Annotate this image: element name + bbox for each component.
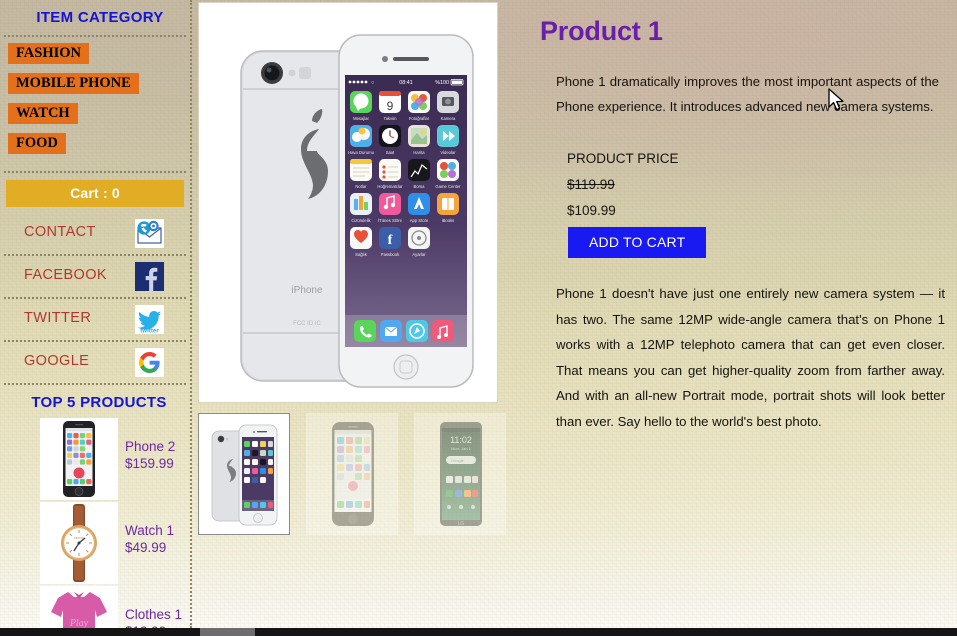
- social-row-twitter[interactable]: TWITTER twitter: [4, 299, 186, 342]
- svg-text:Borsa: Borsa: [414, 184, 426, 189]
- facebook-icon[interactable]: [135, 262, 164, 291]
- current-price: $109.99: [567, 203, 616, 218]
- svg-text:%100: %100: [435, 80, 449, 86]
- product-long-description: Phone 1 doesn't have just one entirely n…: [556, 286, 945, 429]
- contact-link[interactable]: CONTACT: [24, 224, 96, 240]
- product-detail-panel: Product 1 Phone 1 dramatically improves …: [538, 0, 957, 628]
- svg-text:Passbook: Passbook: [381, 252, 400, 257]
- product-name: Watch 1: [125, 523, 175, 538]
- svg-text:Fotoğraflar: Fotoğraflar: [409, 116, 430, 121]
- svg-text:Videolar: Videolar: [440, 150, 456, 155]
- svg-text:FCC ID IC: FCC ID IC: [293, 321, 321, 327]
- product-short-description: Phone 1 dramatically improves the most i…: [556, 74, 939, 114]
- svg-text:LG: LG: [458, 521, 465, 527]
- svg-text:Saat: Saat: [386, 150, 395, 155]
- cart-button[interactable]: Cart : 0: [6, 180, 184, 207]
- category-row: WATCH: [6, 103, 190, 133]
- svg-text:11:02: 11:02: [450, 435, 472, 445]
- svg-text:Hava Durumu: Hava Durumu: [348, 150, 375, 155]
- svg-text:Cizündelik: Cizündelik: [351, 218, 371, 223]
- thumbnail-3[interactable]: 11:02 Mon, Jan 1 Google LG: [414, 413, 506, 535]
- list-item[interactable]: NIXON Watch 1 $49.99: [40, 502, 190, 586]
- svg-text:Ayarlar: Ayarlar: [412, 252, 426, 257]
- thumbnail-image-2: [307, 414, 397, 534]
- product-info[interactable]: Phone 2 $159.99: [125, 438, 175, 472]
- svg-text:Notlar: Notlar: [355, 184, 367, 189]
- add-to-cart-button[interactable]: ADD TO CART: [568, 227, 707, 258]
- sidebar-item-fashion[interactable]: FASHION: [8, 43, 89, 64]
- price-block: PRODUCT PRICE $119.99 $109.99 ADD TO CAR…: [567, 146, 957, 258]
- top-products-heading: TOP 5 PRODUCTS: [31, 394, 167, 411]
- list-item[interactable]: Phone 2 $159.99: [40, 418, 190, 502]
- svg-text:08:41: 08:41: [399, 80, 413, 86]
- sidebar-item-mobile-phone[interactable]: MOBILE PHONE: [8, 73, 139, 94]
- page-title: Product 1: [540, 16, 663, 46]
- svg-text:iBooks: iBooks: [442, 218, 455, 223]
- category-row: FOOD: [6, 133, 190, 163]
- item-category-heading: ITEM CATEGORY: [36, 9, 164, 26]
- social-row-facebook[interactable]: FACEBOOK: [4, 256, 186, 299]
- svg-text:Sağlık: Sağlık: [355, 252, 368, 257]
- page-content: ITEM CATEGORY FASHION MOBILE PHONE WATCH…: [0, 0, 957, 636]
- svg-text:Takvim: Takvim: [383, 116, 397, 121]
- product-name: Clothes 1: [125, 607, 183, 622]
- thumbnail-image-1: [199, 414, 289, 534]
- product-info[interactable]: Watch 1 $49.99: [125, 522, 174, 556]
- sidebar-item-food[interactable]: FOOD: [8, 133, 66, 154]
- svg-text:twitter: twitter: [140, 327, 159, 334]
- category-list: FASHION MOBILE PHONE WATCH FOOD: [0, 37, 190, 171]
- svg-text:Mon, Jan 1: Mon, Jan 1: [451, 446, 472, 451]
- social-row-google[interactable]: GOOGLE: [4, 342, 186, 385]
- svg-text:iPhone: iPhone: [291, 285, 323, 296]
- thumbnail-image-3: 11:02 Mon, Jan 1 Google LG: [415, 414, 505, 534]
- google-link[interactable]: GOOGLE: [24, 353, 89, 369]
- svg-text:Game Center: Game Center: [435, 184, 461, 189]
- sidebar: ITEM CATEGORY FASHION MOBILE PHONE WATCH…: [0, 0, 192, 636]
- svg-text:Mesajlar: Mesajlar: [353, 116, 369, 121]
- main-product-image[interactable]: iPhone FCC ID IC ○ 08:41 %100 9 Mesajlar…: [198, 2, 498, 403]
- product-thumbnail-watch1[interactable]: NIXON: [40, 502, 118, 584]
- product-price: $159.99: [125, 456, 174, 471]
- category-row: MOBILE PHONE: [6, 73, 190, 103]
- product-name: Phone 2: [125, 439, 176, 454]
- social-row-contact[interactable]: CONTACT: [4, 213, 186, 256]
- browser-bottom-bar: [0, 628, 957, 636]
- svg-text:○: ○: [371, 80, 374, 86]
- svg-text:İTünes Störe: İTünes Störe: [378, 218, 403, 223]
- svg-text:NIXON: NIXON: [74, 536, 84, 540]
- twitter-link[interactable]: TWITTER: [24, 310, 91, 326]
- contact-mail-icon[interactable]: [135, 219, 164, 248]
- svg-text:9: 9: [387, 99, 394, 113]
- thumbnail-strip: 11:02 Mon, Jan 1 Google LG: [198, 413, 508, 535]
- svg-text:Harita: Harita: [413, 150, 425, 155]
- page-root: ITEM CATEGORY FASHION MOBILE PHONE WATCH…: [0, 0, 957, 636]
- horizontal-scrollbar-thumb[interactable]: [200, 628, 255, 636]
- divider: [4, 171, 186, 173]
- svg-text:Hoğrematclar: Hoğrematclar: [377, 184, 403, 189]
- category-row: FASHION: [6, 43, 190, 73]
- thumbnail-1[interactable]: [198, 413, 290, 535]
- price-label: PRODUCT PRICE: [567, 151, 679, 166]
- sidebar-item-watch[interactable]: WATCH: [8, 103, 78, 124]
- twitter-icon[interactable]: twitter: [135, 305, 164, 334]
- product-thumbnail-phone2[interactable]: [40, 418, 118, 500]
- thumbnail-2[interactable]: [306, 413, 398, 535]
- svg-text:Kamera: Kamera: [441, 116, 456, 121]
- svg-text:f: f: [388, 233, 393, 248]
- svg-text:Google: Google: [451, 458, 465, 463]
- product-price: $49.99: [125, 540, 167, 555]
- original-price: $119.99: [567, 177, 615, 192]
- google-icon[interactable]: [135, 348, 164, 377]
- facebook-link[interactable]: FACEBOOK: [24, 267, 107, 283]
- svg-text:App Store: App Store: [410, 218, 429, 223]
